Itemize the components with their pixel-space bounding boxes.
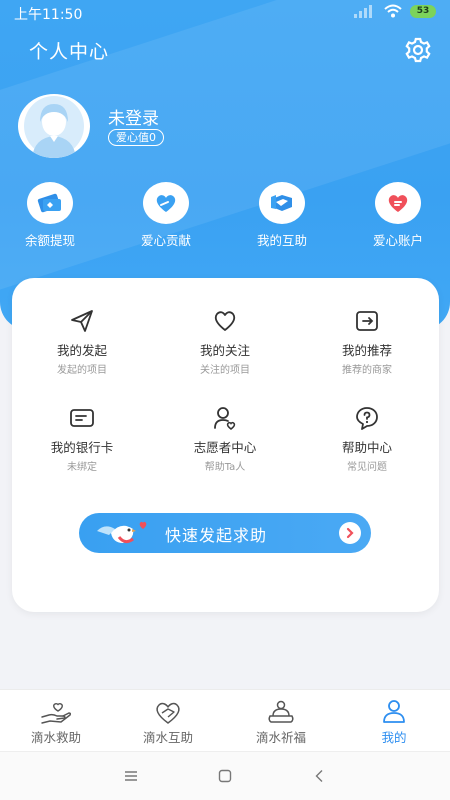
quick-action-label: 我的互助 — [256, 233, 307, 248]
bottom-tab-bar: 滴水救助 滴水互助 滴水祈福 我的 — [0, 689, 450, 751]
menu-title: 我的关注 — [199, 343, 250, 358]
person-icon — [383, 700, 405, 723]
menu-bank-card[interactable]: 我的银行卡 未绑定 — [12, 405, 152, 473]
menu-title: 我的银行卡 — [50, 440, 114, 455]
back-icon[interactable] — [313, 769, 327, 783]
wallet-icon — [37, 193, 61, 213]
menu-help-center[interactable]: 帮助中心 常见问题 — [297, 405, 437, 473]
volunteer-icon — [214, 407, 236, 430]
quick-help-label: 快速发起求助 — [165, 526, 268, 545]
chevron-right-icon — [339, 522, 361, 544]
user-name[interactable]: 未登录 — [108, 104, 159, 129]
menu-subtitle: 常见问题 — [347, 462, 387, 473]
paper-plane-icon — [71, 310, 93, 332]
heart-card-icon — [388, 195, 408, 212]
menu-volunteer-center[interactable]: 志愿者中心 帮助Ta人 — [155, 405, 295, 473]
quick-action-label: 余额提现 — [24, 233, 75, 248]
menu-title: 帮助中心 — [341, 440, 392, 455]
menu-card: 我的发起 发起的项目 我的关注 关注的项目 我的推荐 推荐的商家 我的银行卡 未… — [12, 278, 439, 612]
quick-action-love-account[interactable]: 爱心账户 — [348, 182, 448, 249]
menu-my-following[interactable]: 我的关注 关注的项目 — [155, 308, 295, 376]
menu-subtitle: 帮助Ta人 — [204, 462, 246, 473]
battery-icon: 53 — [410, 4, 436, 18]
heart-hand-icon — [156, 195, 176, 212]
bird-icon — [97, 521, 147, 544]
status-time: 上午11:50 — [14, 7, 83, 23]
quick-help-button[interactable]: 快速发起求助 — [79, 513, 371, 553]
quick-action-mutual-aid[interactable]: 我的互助 — [232, 182, 332, 249]
tab-label: 滴水互助 — [142, 730, 193, 745]
tab-blessing[interactable]: 滴水祈福 — [225, 699, 337, 746]
menu-subtitle: 未绑定 — [67, 462, 97, 473]
avatar[interactable] — [18, 94, 90, 158]
signal-icon — [354, 4, 376, 18]
quick-action-label: 爱心贡献 — [140, 233, 191, 248]
menu-title: 我的发起 — [56, 343, 107, 358]
menu-title: 我的推荐 — [341, 343, 392, 358]
tab-label: 滴水救助 — [30, 730, 81, 745]
menu-subtitle: 发起的项目 — [57, 365, 107, 376]
quick-action-contribute[interactable]: 爱心贡献 — [116, 182, 216, 249]
menu-my-initiated[interactable]: 我的发起 发起的项目 — [12, 308, 152, 376]
home-icon[interactable] — [218, 769, 232, 783]
wifi-icon — [384, 4, 402, 18]
tab-label: 滴水祈福 — [255, 730, 306, 745]
quick-action-label: 爱心账户 — [372, 233, 423, 248]
quick-action-withdraw[interactable]: 余额提现 — [0, 182, 100, 249]
heart-outline-icon — [214, 311, 236, 331]
system-navigation-bar — [0, 751, 450, 800]
handshake-icon — [271, 195, 292, 211]
user-avatar-icon — [24, 96, 84, 158]
status-bar: 上午11:50 53 — [0, 0, 450, 26]
tab-mutual-aid[interactable]: 滴水互助 — [112, 699, 224, 746]
menu-subtitle: 关注的项目 — [200, 365, 250, 376]
love-points-badge: 爱心值0 — [108, 129, 164, 146]
menu-subtitle: 推荐的商家 — [342, 365, 392, 376]
status-icons: 53 — [354, 4, 436, 18]
share-box-icon — [356, 311, 378, 331]
gear-icon[interactable] — [404, 36, 432, 64]
page-title: 个人中心 — [29, 41, 110, 63]
blessing-icon — [268, 700, 294, 723]
hearts-icon — [156, 702, 180, 724]
menu-title: 志愿者中心 — [193, 440, 257, 455]
tab-label: 我的 — [381, 730, 407, 745]
question-icon — [356, 407, 378, 430]
tab-mine[interactable]: 我的 — [338, 699, 450, 746]
bank-card-icon — [70, 409, 94, 427]
menu-my-recommend[interactable]: 我的推荐 推荐的商家 — [297, 308, 437, 376]
tab-rescue[interactable]: 滴水救助 — [0, 699, 112, 746]
quick-actions: 余额提现 爱心贡献 我的互助 爱心账户 — [0, 182, 450, 252]
hand-heart-icon — [41, 702, 72, 724]
menu-icon[interactable] — [124, 769, 138, 783]
